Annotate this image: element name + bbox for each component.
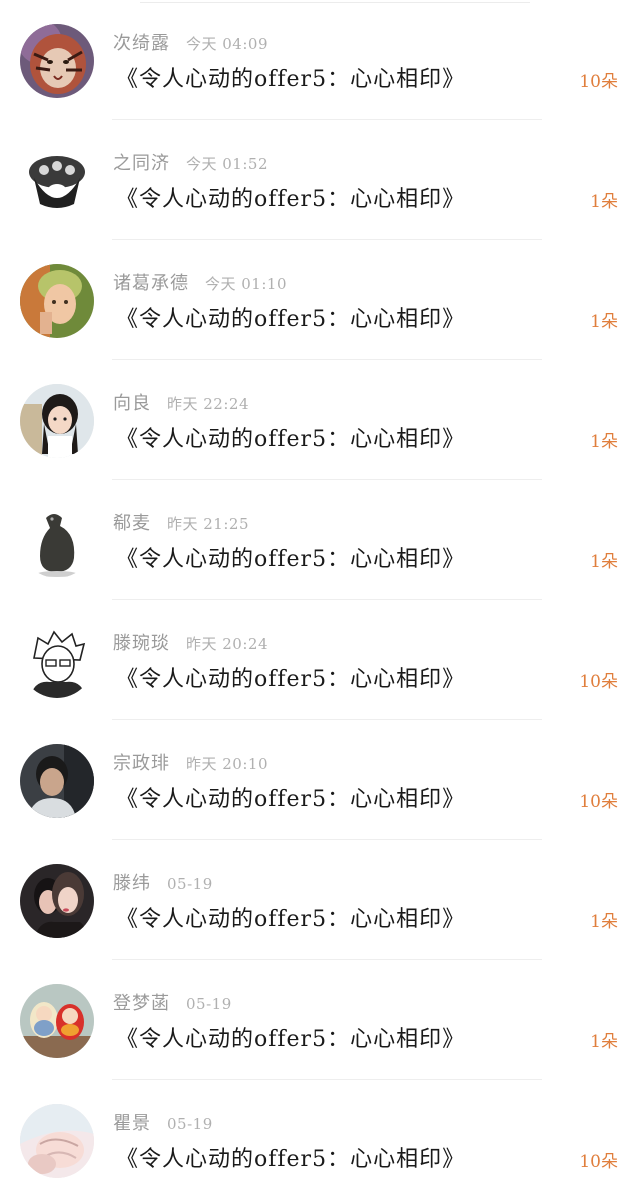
man-avatar[interactable] bbox=[20, 744, 94, 818]
ring-avatar[interactable] bbox=[20, 144, 94, 218]
illustration-avatar[interactable] bbox=[20, 1104, 94, 1178]
sender-meta: 之同济 今天 01:52 bbox=[113, 152, 268, 176]
list-item[interactable]: 次绮露 今天 04:09 《令人心动的offer5：心心相印》 10朵 bbox=[0, 0, 640, 120]
girl-avatar[interactable] bbox=[20, 384, 94, 458]
list-item[interactable]: 滕纬 05-19 《令人心动的offer5：心心相印》 1朵 bbox=[0, 840, 640, 960]
flower-count: 1朵 bbox=[590, 1032, 618, 1052]
person-avatar[interactable] bbox=[20, 264, 94, 338]
gift-title: 《令人心动的offer5：心心相印》 bbox=[116, 547, 466, 572]
flower-count: 1朵 bbox=[590, 912, 618, 932]
anime-avatar[interactable] bbox=[20, 624, 94, 698]
sender-name: 瞿景 bbox=[113, 1113, 151, 1134]
sender-meta: 向良 昨天 22:24 bbox=[113, 392, 249, 416]
gift-title: 《令人心动的offer5：心心相印》 bbox=[116, 67, 466, 92]
flower-count: 1朵 bbox=[590, 552, 618, 572]
gift-title: 《令人心动的offer5：心心相印》 bbox=[116, 307, 466, 332]
send-time: 05-19 bbox=[186, 995, 232, 1013]
send-time: 昨天 20:10 bbox=[186, 755, 268, 773]
sender-name: 登梦菡 bbox=[113, 993, 170, 1014]
gift-title: 《令人心动的offer5：心心相印》 bbox=[116, 667, 466, 692]
send-time: 昨天 20:24 bbox=[186, 635, 268, 653]
list-item[interactable]: 诸葛承德 今天 01:10 《令人心动的offer5：心心相印》 1朵 bbox=[0, 240, 640, 360]
flower-count: 10朵 bbox=[579, 72, 618, 92]
send-time: 05-19 bbox=[167, 1115, 213, 1133]
sender-name: 诸葛承德 bbox=[113, 273, 189, 294]
send-time: 05-19 bbox=[167, 875, 213, 893]
flower-count: 1朵 bbox=[590, 432, 618, 452]
tiger-avatar[interactable] bbox=[20, 24, 94, 98]
couple-avatar[interactable] bbox=[20, 864, 94, 938]
send-time: 今天 04:09 bbox=[186, 35, 268, 53]
list-item[interactable]: 宗政琲 昨天 20:10 《令人心动的offer5：心心相印》 10朵 bbox=[0, 720, 640, 840]
gift-title: 《令人心动的offer5：心心相印》 bbox=[116, 427, 466, 452]
flower-count: 10朵 bbox=[579, 672, 618, 692]
list-item[interactable]: 之同济 今天 01:52 《令人心动的offer5：心心相印》 1朵 bbox=[0, 120, 640, 240]
list-item[interactable]: 向良 昨天 22:24 《令人心动的offer5：心心相印》 1朵 bbox=[0, 360, 640, 480]
sender-meta: 次绮露 今天 04:09 bbox=[113, 32, 268, 56]
sender-name: 郗麦 bbox=[113, 513, 151, 534]
send-time: 昨天 21:25 bbox=[167, 515, 249, 533]
flower-count: 10朵 bbox=[579, 792, 618, 812]
sender-meta: 郗麦 昨天 21:25 bbox=[113, 512, 249, 536]
sender-meta: 诸葛承德 今天 01:10 bbox=[113, 272, 287, 296]
send-time: 今天 01:52 bbox=[186, 155, 268, 173]
gift-title: 《令人心动的offer5：心心相印》 bbox=[116, 187, 466, 212]
send-time: 昨天 22:24 bbox=[167, 395, 249, 413]
send-time: 今天 01:10 bbox=[205, 275, 287, 293]
sender-name: 向良 bbox=[113, 393, 151, 414]
sender-meta: 滕纬 05-19 bbox=[113, 872, 213, 896]
list-item[interactable]: 滕琬琰 昨天 20:24 《令人心动的offer5：心心相印》 10朵 bbox=[0, 600, 640, 720]
flower-count: 10朵 bbox=[579, 1152, 618, 1172]
list-item[interactable]: 登梦菡 05-19 《令人心动的offer5：心心相印》 1朵 bbox=[0, 960, 640, 1080]
sender-name: 滕纬 bbox=[113, 873, 151, 894]
sender-meta: 滕琬琰 昨天 20:24 bbox=[113, 632, 268, 656]
dolls-avatar[interactable] bbox=[20, 984, 94, 1058]
flower-count: 1朵 bbox=[590, 192, 618, 212]
sender-name: 之同济 bbox=[113, 153, 170, 174]
bird-statue-avatar[interactable] bbox=[20, 504, 94, 578]
gift-title: 《令人心动的offer5：心心相印》 bbox=[116, 1147, 466, 1172]
gift-title: 《令人心动的offer5：心心相印》 bbox=[116, 787, 466, 812]
sender-meta: 瞿景 05-19 bbox=[113, 1112, 213, 1136]
list-item[interactable]: 郗麦 昨天 21:25 《令人心动的offer5：心心相印》 1朵 bbox=[0, 480, 640, 600]
gift-title: 《令人心动的offer5：心心相印》 bbox=[116, 1027, 466, 1052]
sender-name: 宗政琲 bbox=[113, 753, 170, 774]
flower-count: 1朵 bbox=[590, 312, 618, 332]
sender-name: 次绮露 bbox=[113, 33, 170, 54]
sender-meta: 宗政琲 昨天 20:10 bbox=[113, 752, 268, 776]
list-item[interactable]: 瞿景 05-19 《令人心动的offer5：心心相印》 10朵 bbox=[0, 1080, 640, 1200]
gift-title: 《令人心动的offer5：心心相印》 bbox=[116, 907, 466, 932]
sender-meta: 登梦菡 05-19 bbox=[113, 992, 232, 1016]
sender-name: 滕琬琰 bbox=[113, 633, 170, 654]
